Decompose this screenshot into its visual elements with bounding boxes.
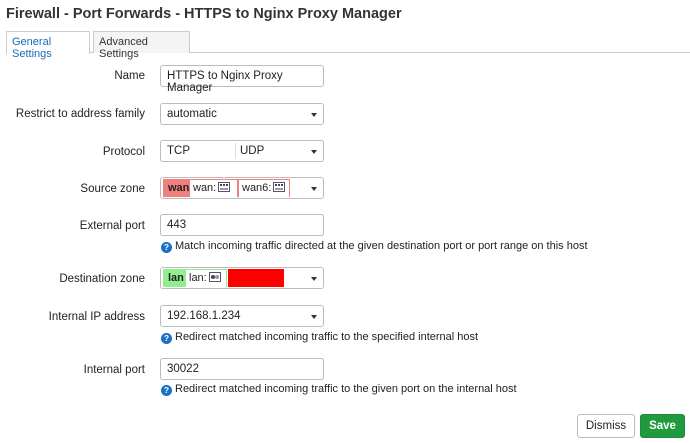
destination-zone-name: lan (168, 272, 184, 284)
source-zone-interface-wan6: wan6: (239, 180, 289, 198)
name-input[interactable]: HTTPS to Nginx Proxy Manager (160, 65, 324, 94)
dismiss-button[interactable]: Dismiss (577, 414, 635, 438)
name-value: HTTPS to Nginx Proxy Manager (167, 70, 283, 94)
address-family-select[interactable]: automatic (160, 103, 324, 125)
question-circle-icon: ? (161, 242, 172, 253)
source-zone-tag: wan wan: wan6: (163, 179, 290, 198)
network-ports-icon (208, 272, 221, 282)
destination-zone-label: Destination zone (59, 273, 145, 285)
chevron-down-icon (311, 277, 317, 281)
source-zone-label: Source zone (80, 183, 145, 195)
external-port-help: ? Match incoming traffic directed at the … (161, 240, 588, 253)
internal-port-value: 30022 (167, 363, 199, 375)
interface-label: wan: (193, 182, 217, 194)
internal-ip-help: ? Redirect matched incoming traffic to th… (161, 331, 478, 344)
internal-ip-help-text: Redirect matched incoming traffic to the… (175, 331, 479, 343)
chevron-down-icon (311, 150, 317, 154)
protocol-label: Protocol (102, 146, 145, 158)
internal-ip-value: 192.168.1.234 (167, 310, 241, 322)
internal-port-help: ? Redirect matched incoming traffic to th… (161, 383, 517, 396)
external-port-input[interactable]: 443 (160, 214, 324, 236)
question-circle-icon: ? (161, 333, 172, 344)
interface-label: lan: (189, 272, 207, 284)
internal-port-label: Internal port (83, 364, 145, 376)
internal-ip-select[interactable]: 192.168.1.234 (160, 305, 324, 327)
protocol-udp: UDP (240, 145, 265, 157)
tab-general-settings[interactable]: General Settings (6, 31, 90, 60)
source-zone-interface-wan: wan: (190, 180, 237, 198)
interface-label: wan6: (242, 182, 272, 194)
name-label: Name (114, 70, 145, 82)
chevron-down-icon (311, 315, 317, 319)
source-zone-select[interactable]: wan wan: wan6: (160, 177, 324, 199)
source-zone-name: wan (168, 182, 190, 194)
protocol-select[interactable]: TCP UDP (160, 140, 324, 162)
tab-advanced-settings[interactable]: Advanced Settings (93, 31, 190, 60)
chevron-down-icon (311, 113, 317, 117)
address-family-label: Restrict to address family (15, 108, 145, 120)
internal-port-input[interactable]: 30022 (160, 358, 324, 380)
destination-zone-tag: lan lan: (163, 269, 227, 288)
network-ports-icon (273, 182, 286, 192)
external-port-help-text: Match incoming traffic directed at the g… (175, 240, 588, 252)
destination-zone-select[interactable]: lan lan: (160, 267, 324, 289)
external-port-label: External port (79, 220, 145, 232)
protocol-tcp: TCP (167, 145, 190, 157)
tab-bar: General Settings Advanced Settings (6, 31, 690, 60)
page-title: Firewall - Port Forwards - HTTPS to Ngin… (6, 6, 402, 22)
protocol-divider (235, 143, 236, 159)
save-button[interactable]: Save (640, 414, 685, 438)
external-port-value: 443 (167, 219, 187, 231)
internal-port-help-text: Redirect matched incoming traffic to the… (175, 383, 517, 395)
redacted-block (228, 269, 284, 287)
address-family-value: automatic (167, 108, 217, 120)
chevron-down-icon (311, 187, 317, 191)
destination-zone-interface-lan: lan: (186, 270, 226, 288)
network-ports-icon (218, 182, 231, 192)
question-circle-icon: ? (161, 385, 172, 396)
internal-ip-label: Internal IP address (48, 311, 145, 323)
